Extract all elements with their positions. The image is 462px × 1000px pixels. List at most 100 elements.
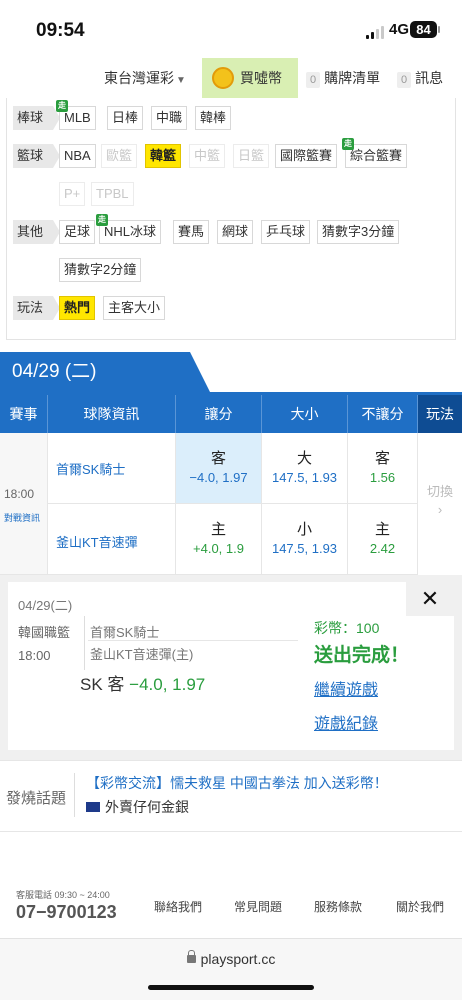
message-link[interactable]: 0 訊息 <box>397 58 443 98</box>
odds-value: 1.56 <box>369 470 396 485</box>
chip-label: NHL冰球 <box>104 224 157 239</box>
chip-tpbl: TPBL <box>91 182 134 206</box>
switch-label: 切換 <box>426 484 453 499</box>
walk-badge-icon: 走 <box>342 138 354 150</box>
hotline-phone[interactable]: 07−9700123 <box>16 902 117 923</box>
signal-icon <box>366 26 386 39</box>
chip-npb[interactable]: 日棒 <box>107 106 144 130</box>
footer-link-contact[interactable]: 聯絡我們 <box>154 898 202 915</box>
popup-league: 韓國職籃 <box>18 625 71 640</box>
caret-down-icon: ▼ <box>176 75 186 86</box>
chip-kbl[interactable]: 韓籃 <box>145 144 182 168</box>
footer-link-about[interactable]: 關於我們 <box>396 898 444 915</box>
odds-side-label: 主 <box>210 521 226 538</box>
flag-icon <box>86 802 100 813</box>
status-bar: 09:54 4G 84 <box>0 0 462 56</box>
chip-nba[interactable]: NBA <box>59 144 96 168</box>
chip-hot[interactable]: 熱門 <box>59 296 96 320</box>
event-cell: 18:00 對戰資訊 <box>0 433 48 575</box>
popup-team-away: 首爾SK騎士 <box>90 625 160 640</box>
filter-label-other: 其他 <box>13 220 60 244</box>
matchup-info-link[interactable]: 對戰資訊 <box>4 511 40 524</box>
away-team-name[interactable]: 首爾SK騎士 <box>56 459 125 478</box>
odds-side-label: 主 <box>374 521 390 538</box>
buy-coin-label: 買噓幣 <box>240 70 282 86</box>
chip-nhl[interactable]: 走 NHL冰球 <box>96 214 162 244</box>
home-moneyline-odds[interactable]: 主 2.42 <box>348 504 418 575</box>
chip-cpbl[interactable]: 中職 <box>151 106 188 130</box>
hot-topic-link[interactable]: 外賣仔何金銀 <box>86 797 189 817</box>
browser-bottom-bar: playsport.cc <box>0 938 462 1000</box>
header-total: 大小 <box>262 395 348 433</box>
chip-tennis[interactable]: 網球 <box>217 220 254 244</box>
home-total-odds[interactable]: 小 147.5, 1.93 <box>262 504 348 575</box>
odds-side-label: 大 <box>296 450 312 467</box>
home-spread-odds[interactable]: 主 +4.0, 1.9 <box>176 504 262 575</box>
submit-success-message: 送出完成！ <box>314 645 410 666</box>
odds-side-label: 客 <box>374 450 390 467</box>
away-spread-odds[interactable]: 客 −4.0, 1.97 <box>176 433 262 504</box>
hotline-label: 客服電話 09:30 ~ 24:00 <box>16 890 110 900</box>
footer: 客服電話 09:30 ~ 24:00 07−9700123 聯絡我們 常見問題 … <box>0 880 462 935</box>
region-dropdown[interactable]: 東台灣運彩 ▼ <box>104 58 186 98</box>
chip-label: MLB <box>64 110 91 125</box>
footer-link-faq[interactable]: 常見問題 <box>234 898 282 915</box>
lock-icon <box>186 950 196 963</box>
game-history-link[interactable]: 遊戲紀錄 <box>314 710 378 734</box>
popup-pick: SK 客 −4.0, 1.97 <box>80 670 205 695</box>
chip-mlb[interactable]: 走 MLB <box>56 100 96 130</box>
popup-team-home: 釜山KT音速彈(主) <box>90 647 194 662</box>
battery-cap-icon <box>438 26 440 33</box>
divider <box>88 640 298 641</box>
chevron-right-icon: › <box>437 502 443 517</box>
chip-horse-racing[interactable]: 賽馬 <box>173 220 210 244</box>
chip-guess-2min[interactable]: 猜數字2分鐘 <box>59 258 142 282</box>
hot-topic-text: 外賣仔何金銀 <box>105 799 189 815</box>
chip-intl-basketball[interactable]: 國際籃賽 <box>275 144 338 168</box>
walk-badge-icon: 走 <box>56 100 68 112</box>
hot-topic-link[interactable]: 【彩幣交流】懦夫救星 中國古拳法 加入送彩幣！ <box>86 773 388 793</box>
chip-sbl: 中籃 <box>189 144 226 168</box>
close-icon[interactable]: ✕ <box>406 582 454 616</box>
divider <box>74 773 75 817</box>
hot-topics-label: 發燒話題 <box>6 790 67 807</box>
odds-side-label: 小 <box>296 521 312 538</box>
address-url: playsport.cc <box>200 951 276 967</box>
continue-game-link[interactable]: 繼續遊戲 <box>314 676 378 700</box>
footer-link-terms[interactable]: 服務條款 <box>314 898 362 915</box>
chip-home-away-total[interactable]: 主客大小 <box>103 296 166 320</box>
away-moneyline-odds[interactable]: 客 1.56 <box>348 433 418 504</box>
popup-time: 18:00 <box>18 648 51 663</box>
coin-balance: 彩幣：100 <box>314 620 380 636</box>
chip-kbo[interactable]: 韓棒 <box>195 106 232 130</box>
header-play-type[interactable]: 玩法 <box>418 395 462 433</box>
chip-euro-basketball: 歐籃 <box>101 144 138 168</box>
purchase-list-link[interactable]: 0 購牌清單 <box>306 58 380 98</box>
home-team-name[interactable]: 釜山KT音速彈 <box>56 532 138 551</box>
away-total-odds[interactable]: 大 147.5, 1.93 <box>262 433 348 504</box>
coin-icon <box>212 67 234 90</box>
home-indicator[interactable] <box>148 985 314 990</box>
chip-table-tennis[interactable]: 乒乓球 <box>261 220 311 244</box>
chip-label: 綜合籃賽 <box>350 148 403 163</box>
filter-label-basketball: 籃球 <box>13 144 60 168</box>
hot-topics: 發燒話題 【彩幣交流】懦夫救星 中國古拳法 加入送彩幣！ 外賣仔何金銀 <box>0 760 462 832</box>
date-tab[interactable]: 04/29 (二) <box>0 352 210 392</box>
battery-icon: 84 <box>410 21 437 38</box>
purchase-count-badge: 0 <box>306 72 321 88</box>
top-nav: 東台灣運彩 ▼ 買噓幣 0 購牌清單 0 訊息 <box>0 58 462 98</box>
chip-pleague: P+ <box>59 182 86 206</box>
chip-soccer[interactable]: 足球 <box>59 220 96 244</box>
bet-confirm-popup: 04/29(二) 韓國職籃 18:00 首爾SK騎士 釜山KT音速彈(主) SK… <box>8 582 454 750</box>
header-moneyline: 不讓分 <box>348 395 418 433</box>
game-row: 18:00 對戰資訊 首爾SK騎士 釜山KT音速彈 客 −4.0, 1.97 大… <box>0 433 462 575</box>
odds-side-label: 客 <box>210 450 226 467</box>
chip-guess-3min[interactable]: 猜數字3分鐘 <box>317 220 400 244</box>
header-spread: 讓分 <box>176 395 262 433</box>
buy-coin-button[interactable]: 買噓幣 <box>202 58 298 98</box>
address-bar[interactable]: playsport.cc <box>0 950 462 967</box>
switch-play-button[interactable]: 切換 › <box>420 483 460 519</box>
sport-filter-panel: 棒球 走 MLB 日棒 中職 韓棒 籃球 NBA 歐籃 韓籃 中籃 日籃 國際籃賽… <box>6 98 456 340</box>
region-dropdown-label: 東台灣運彩 <box>104 70 174 86</box>
chip-mixed-basketball[interactable]: 走綜合籃賽 <box>342 138 408 168</box>
